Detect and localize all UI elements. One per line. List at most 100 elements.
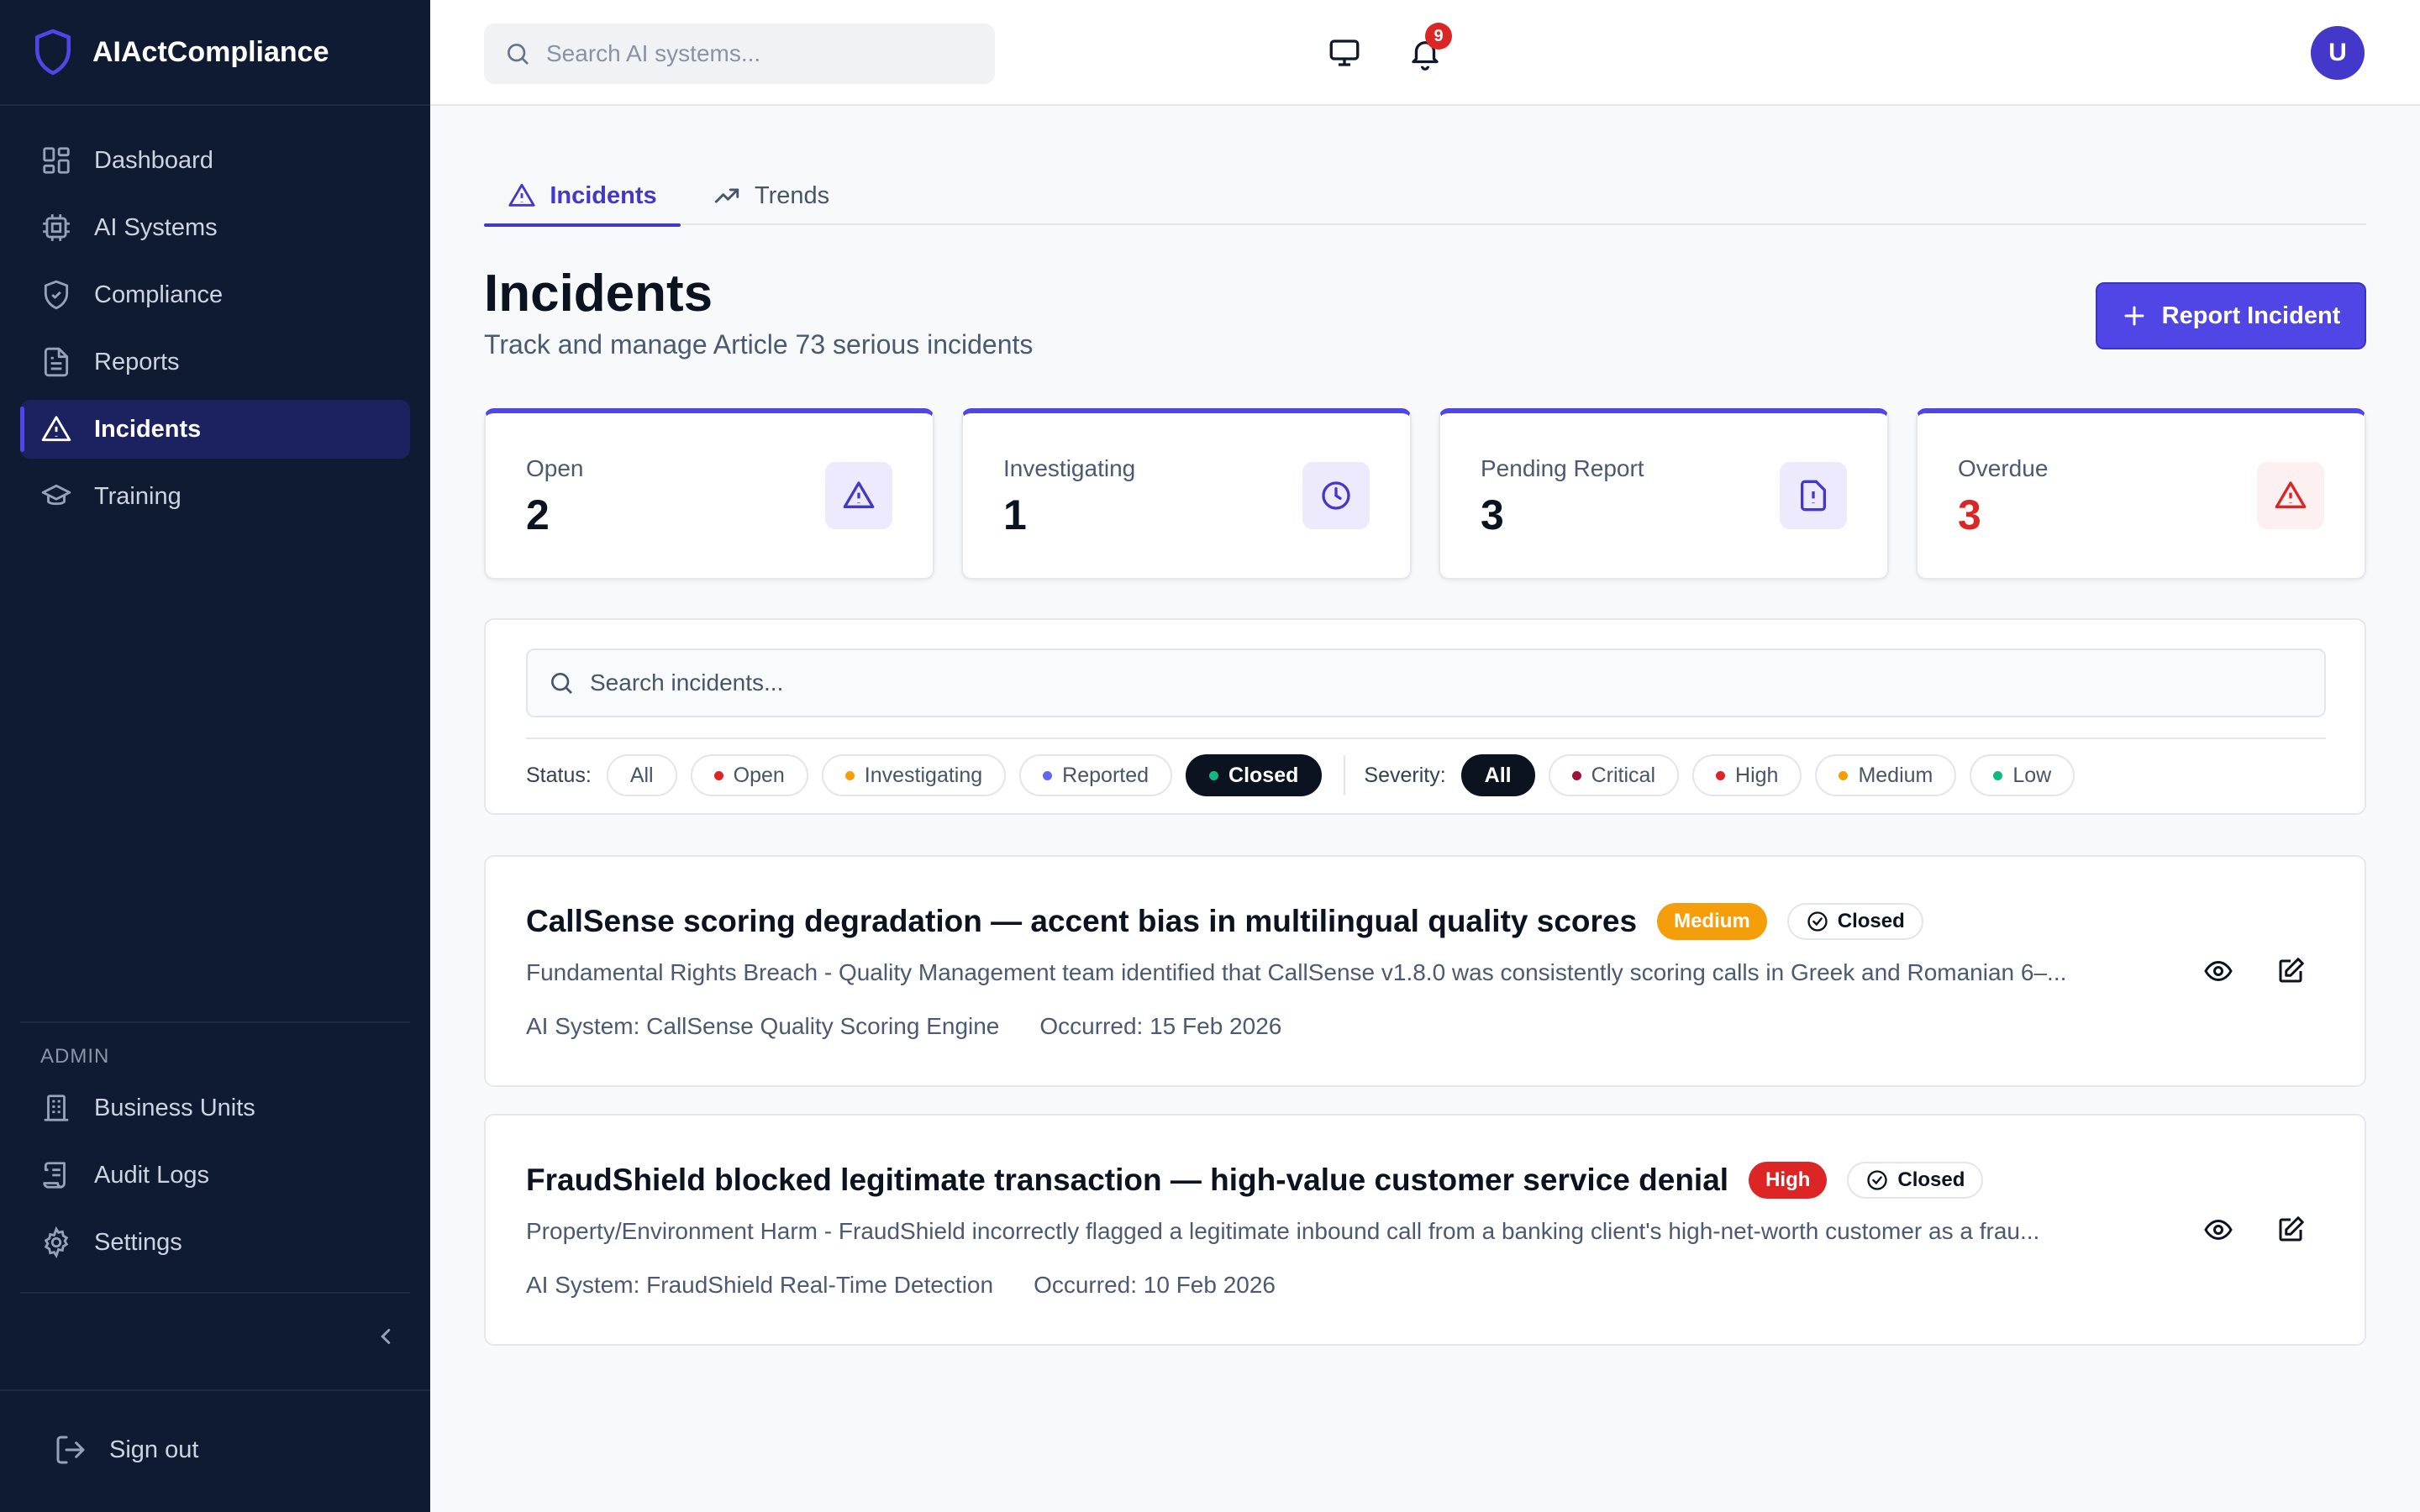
report-incident-button[interactable]: Report Incident [2096, 282, 2366, 349]
sidebar-item-incidents[interactable]: Incidents [20, 400, 410, 459]
admin-nav: Business Units Audit Logs Settings [0, 1079, 430, 1280]
edit-button[interactable] [2270, 951, 2311, 991]
sidebar-divider [0, 1389, 430, 1391]
stat-icon-box [825, 462, 892, 529]
sidebar-item-settings[interactable]: Settings [20, 1213, 410, 1272]
chip-label: Reported [1062, 763, 1150, 787]
admin-section-label: ADMIN [40, 1045, 110, 1068]
grid-icon [43, 147, 70, 174]
sidebar-item-label: Training [94, 482, 182, 510]
status-chip-all[interactable]: All [606, 754, 677, 796]
monitor-icon [1329, 39, 1360, 66]
tab-bar: Incidents Trends [484, 166, 2366, 227]
monitor-button[interactable] [1321, 29, 1368, 76]
status-dot [844, 770, 855, 780]
global-search[interactable] [484, 24, 995, 84]
chip-label: Medium [1858, 763, 1933, 787]
stat-icon-box [1302, 462, 1370, 529]
status-chip-investigating[interactable]: Investigating [821, 754, 1007, 796]
incident-header: FraudShield blocked legitimate transacti… [526, 1159, 1984, 1201]
status-chip-open[interactable]: Open [690, 754, 808, 796]
sidebar-item-business-units[interactable]: Business Units [20, 1079, 410, 1137]
sidebar-item-label: AI Systems [94, 213, 218, 241]
notifications-button[interactable]: 9 [1402, 23, 1452, 76]
incident-search[interactable] [526, 648, 2326, 717]
status-chip-reported[interactable]: Reported [1019, 754, 1173, 796]
sidebar-item-audit-logs[interactable]: Audit Logs [20, 1146, 410, 1205]
tab-incidents[interactable]: Incidents [484, 166, 681, 227]
file-text-icon [44, 347, 69, 377]
severity-chip-medium[interactable]: Medium [1815, 754, 1957, 796]
stat-card-pending-report: Pending Report 3 [1439, 408, 1889, 580]
building-icon [44, 1095, 69, 1121]
view-button[interactable] [2198, 1210, 2238, 1250]
severity-filter-label: Severity: [1364, 763, 1446, 787]
severity-dot [1716, 770, 1726, 780]
shield-logo-icon [34, 29, 71, 76]
chip-label: All [629, 763, 654, 787]
log-out-icon [56, 1436, 85, 1464]
stat-value: 3 [1958, 491, 1981, 538]
incident-search-input[interactable] [590, 669, 2270, 696]
incident-title[interactable]: CallSense scoring degradation — accent b… [526, 904, 1637, 939]
app-name: AIActCompliance [92, 35, 329, 68]
severity-badge: Medium [1657, 903, 1767, 940]
chip-label: High [1735, 763, 1779, 787]
sidebar-item-label: Dashboard [94, 146, 213, 174]
sidebar-divider [20, 1292, 410, 1294]
edit-button[interactable] [2270, 1210, 2311, 1250]
plus-icon [2124, 306, 2144, 326]
brand[interactable]: AIActCompliance [0, 0, 430, 106]
global-search-input[interactable] [546, 40, 983, 67]
incident-title[interactable]: FraudShield blocked legitimate transacti… [526, 1163, 1728, 1198]
avatar[interactable]: U [2311, 26, 2365, 80]
stat-label: Open [526, 455, 584, 481]
alert-triangle-icon [2275, 481, 2307, 508]
status-label: Closed [1837, 910, 1905, 932]
tab-label: Incidents [550, 181, 657, 209]
chip-label: Closed [1228, 763, 1299, 787]
severity-chip-critical[interactable]: Critical [1548, 754, 1680, 796]
file-alert-icon [1801, 480, 1826, 512]
sidebar-item-label: Business Units [94, 1094, 255, 1121]
severity-dot [1839, 770, 1849, 780]
stat-icon-box [2257, 462, 2324, 529]
incident-description: Property/Environment Harm - FraudShield … [526, 1218, 2040, 1244]
edit-icon [2279, 958, 2304, 983]
incident-ai-system: AI System: FraudShield Real-Time Detecti… [526, 1272, 994, 1298]
sidebar-item-reports[interactable]: Reports [20, 333, 410, 391]
tab-trends[interactable]: Trends [713, 166, 829, 225]
alert-triangle-icon [843, 481, 875, 508]
sign-out-button[interactable]: Sign out [54, 1433, 198, 1467]
check-circle-icon [1867, 1170, 1888, 1190]
chevron-left-icon[interactable] [373, 1324, 398, 1349]
view-button[interactable] [2198, 951, 2238, 991]
status-dot [713, 770, 723, 780]
chip-label: All [1484, 763, 1512, 787]
chip-label: Open [733, 763, 785, 787]
alert-triangle-icon [508, 183, 535, 207]
status-dot [1043, 770, 1053, 780]
incident-card[interactable]: FraudShield blocked legitimate transacti… [484, 1114, 2366, 1346]
sidebar-item-training[interactable]: Training [20, 467, 410, 526]
page-title: Incidents [484, 265, 713, 323]
incident-occurred: Occurred: 10 Feb 2026 [1034, 1272, 1276, 1298]
sidebar-item-compliance[interactable]: Compliance [20, 265, 410, 324]
status-dot [1209, 770, 1219, 780]
sidebar-item-label: Compliance [94, 281, 224, 308]
sidebar-item-dashboard[interactable]: Dashboard [20, 131, 410, 190]
incident-card[interactable]: CallSense scoring degradation — accent b… [484, 855, 2366, 1087]
severity-chip-high[interactable]: High [1692, 754, 1802, 796]
incident-ai-system: AI System: CallSense Quality Scoring Eng… [526, 1013, 1000, 1039]
sidebar-item-ai-systems[interactable]: AI Systems [20, 198, 410, 257]
status-label: Closed [1897, 1168, 1965, 1191]
stat-label: Investigating [1003, 455, 1136, 481]
status-chip-closed[interactable]: Closed [1186, 754, 1323, 796]
severity-chip-all[interactable]: All [1460, 754, 1535, 796]
severity-chip-low[interactable]: Low [1970, 754, 2075, 796]
chip-label: Low [2012, 763, 2052, 787]
notification-badge: 9 [1425, 23, 1452, 50]
filter-panel: Status: All Open Investigating Reported … [484, 618, 2366, 815]
gear-icon [44, 1226, 69, 1258]
status-badge: Closed [1847, 1162, 1984, 1199]
